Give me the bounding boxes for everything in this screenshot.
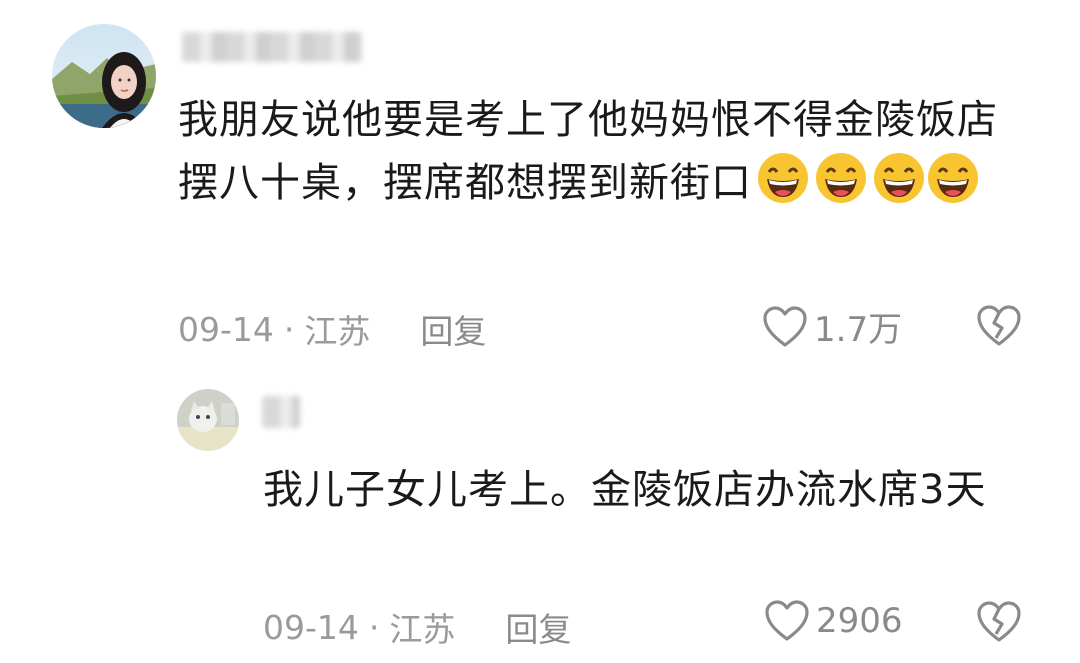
comment-body: 我朋友说他要是考上了他妈妈恨不得金陵饭店摆八十桌，摆席都想摆到新街口 (178, 90, 1028, 214)
username-blurred[interactable] (182, 32, 362, 62)
avatar-photo (52, 24, 156, 128)
broken-heart-icon (977, 601, 1021, 642)
comment-location: 江苏 (304, 312, 371, 351)
comment-date: 09-14 (178, 309, 274, 349)
reply-location: 江苏 (389, 610, 456, 649)
emoji-group (752, 153, 980, 206)
reply-text: 我儿子女儿考上。金陵饭店办流水席3天 (263, 467, 987, 513)
like-button[interactable]: 1.7万 (762, 302, 902, 351)
broken-heart-icon (977, 305, 1021, 346)
grinning-face-icon (816, 153, 866, 203)
comment-thread: 我朋友说他要是考上了他妈妈恨不得金陵饭店摆八十桌，摆席都想摆到新街口 09-14… (0, 0, 1080, 663)
reply-dislike-button[interactable] (976, 600, 1022, 648)
heart-icon (765, 600, 809, 641)
avatar[interactable] (52, 24, 156, 128)
reply-like-button[interactable]: 2906 (764, 599, 903, 643)
comment-meta: 09-14 · 江苏 回复 (178, 305, 486, 353)
heart-icon (763, 305, 807, 347)
reply-like-count: 2906 (816, 601, 903, 641)
reply-date: 09-14 (263, 607, 359, 647)
grinning-face-icon (758, 153, 808, 203)
reply-username-blurred[interactable] (262, 396, 300, 428)
reply-body: 我儿子女儿考上。金陵饭店办流水席3天 (263, 460, 1013, 521)
grinning-face-icon (928, 153, 978, 203)
reply-avatar-photo (177, 389, 239, 451)
reply-meta: 09-14 · 江苏 回复 (263, 603, 571, 651)
reply-button[interactable]: 回复 (420, 305, 486, 353)
reply-avatar[interactable] (177, 389, 239, 451)
meta-separator: · (368, 607, 380, 647)
dislike-button[interactable] (976, 304, 1022, 352)
like-count: 1.7万 (814, 310, 903, 350)
meta-separator: · (283, 309, 295, 349)
grinning-face-icon (874, 153, 924, 203)
reply-reply-button[interactable]: 回复 (505, 603, 571, 651)
